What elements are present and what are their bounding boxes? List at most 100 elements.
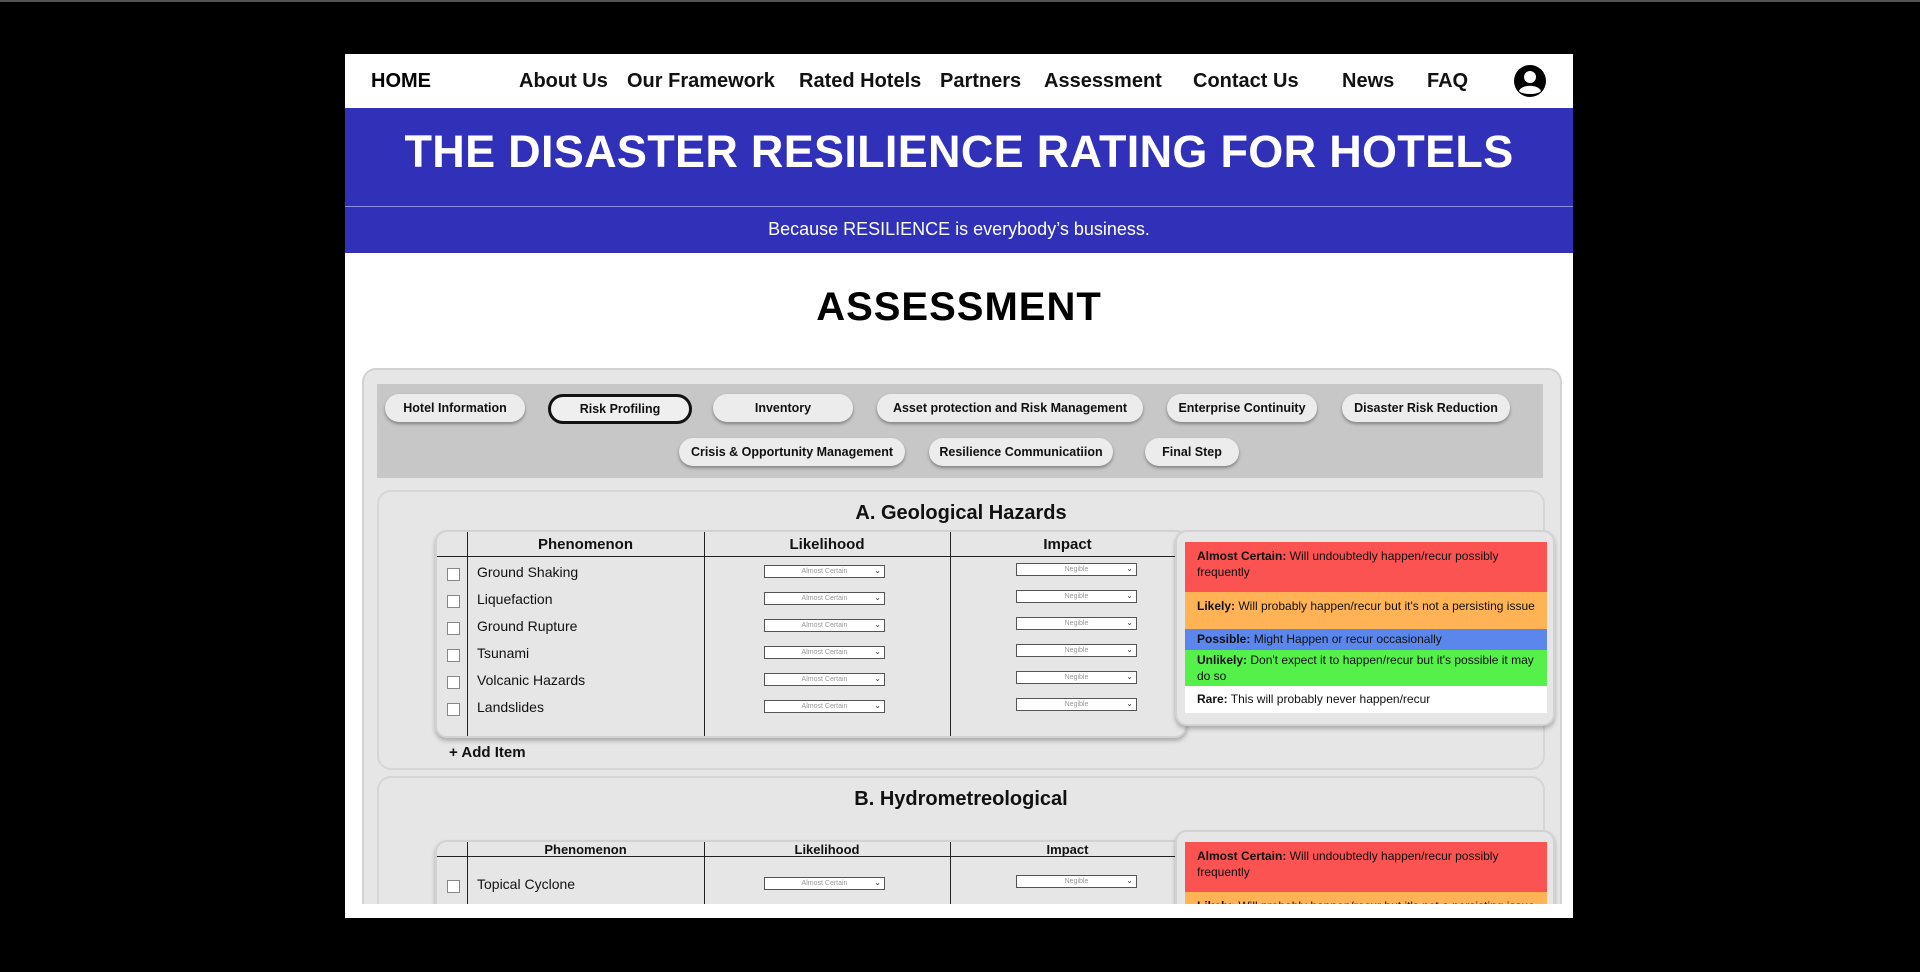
tagline-bar: Because RESILIENCE is everybody’s busine… — [345, 207, 1573, 253]
select-value: Negible — [1064, 674, 1089, 681]
tab-final-step[interactable]: Final Step — [1145, 438, 1239, 466]
likelihood-select[interactable]: Almost Certain ⌄ — [764, 565, 885, 578]
nav-link-news[interactable]: News — [1342, 70, 1394, 93]
likelihood-select[interactable]: Almost Certain ⌄ — [764, 646, 885, 659]
table-row: Tsunami Almost Certain ⌄ Negible ⌄ — [437, 643, 1185, 670]
nav-link-faq[interactable]: FAQ — [1427, 70, 1468, 93]
nav-link-partners[interactable]: Partners — [940, 70, 1021, 93]
row-checkbox[interactable] — [447, 622, 460, 635]
table-row: Topical Cyclone Almost Certain ⌄ Negible ⌄ — [437, 874, 1185, 901]
chevron-down-icon: ⌄ — [1126, 876, 1133, 885]
likelihood-select[interactable]: Almost Certain ⌄ — [764, 619, 885, 632]
section-hydrometeorological: B. Hydrometreological Phenomenon Likelih… — [377, 776, 1555, 918]
table-row: Landslides Almost Certain ⌄ Negible ⌄ — [437, 697, 1185, 724]
legend-description: Will probably happen/recur but it's not … — [1235, 599, 1535, 613]
website-frame: HOME About Us Our Framework Rated Hotels… — [345, 54, 1573, 918]
legend-term: Almost Certain: — [1197, 549, 1287, 563]
likelihood-select[interactable]: Almost Certain ⌄ — [764, 673, 885, 686]
legend-item-almost-certain: Almost Certain: Will undoubtedly happen/… — [1185, 542, 1547, 592]
table-row: Volcanic Hazards Almost Certain ⌄ Negible… — [437, 670, 1185, 697]
nav-link-assessment[interactable]: Assessment — [1044, 70, 1162, 93]
chevron-down-icon: ⌄ — [1126, 645, 1133, 654]
chevron-down-icon: ⌄ — [874, 701, 881, 710]
phenomenon-label: Ground Shaking — [477, 564, 579, 580]
legend-term: Unlikely: — [1197, 653, 1248, 667]
hero-banner: THE DISASTER RESILIENCE RATING FOR HOTEL… — [345, 108, 1573, 206]
phenomenon-label: Landslides — [477, 699, 544, 715]
add-item-button[interactable]: + Add Item — [449, 744, 526, 761]
legend-item-unlikely: Unlikely: Don't expect it to happen/recu… — [1185, 650, 1547, 686]
table-row: Ground Rupture Almost Certain ⌄ Negible ⌄ — [437, 616, 1185, 643]
table-row: Liquefaction Almost Certain ⌄ Negible ⌄ — [437, 589, 1185, 616]
select-value: Almost Certain — [801, 622, 848, 629]
chevron-down-icon: ⌄ — [1126, 591, 1133, 600]
likelihood-select[interactable]: Almost Certain ⌄ — [764, 877, 885, 890]
row-checkbox[interactable] — [447, 568, 460, 581]
section-title: B. Hydrometreological — [854, 788, 1068, 810]
nav-link-contact-us[interactable]: Contact Us — [1193, 70, 1299, 93]
nav-link-about-us[interactable]: About Us — [519, 70, 608, 93]
viewport-bottom-edge — [345, 904, 1573, 918]
impact-select[interactable]: Negible ⌄ — [1016, 698, 1137, 711]
legend-term: Rare: — [1197, 692, 1228, 706]
chevron-down-icon: ⌄ — [1126, 564, 1133, 573]
phenomenon-label: Liquefaction — [477, 591, 553, 607]
chevron-down-icon: ⌄ — [874, 620, 881, 629]
tab-resilience-communication[interactable]: Resilience Communicatiion — [929, 438, 1113, 466]
impact-select[interactable]: Negible ⌄ — [1016, 590, 1137, 603]
select-value: Almost Certain — [801, 649, 848, 656]
tab-crisis-opportunity-management[interactable]: Crisis & Opportunity Management — [679, 438, 905, 466]
select-value: Almost Certain — [801, 880, 848, 887]
select-value: Almost Certain — [801, 703, 848, 710]
impact-select[interactable]: Negible ⌄ — [1016, 563, 1137, 576]
table-row: Ground Shaking Almost Certain ⌄ Negible ⌄ — [437, 562, 1185, 589]
tab-inventory[interactable]: Inventory — [713, 394, 853, 422]
chevron-down-icon: ⌄ — [874, 674, 881, 683]
nav-link-rated-hotels[interactable]: Rated Hotels — [799, 70, 921, 93]
table-header-divider — [437, 556, 1185, 557]
legend-description: This will probably never happen/recur — [1227, 692, 1431, 706]
chevron-down-icon: ⌄ — [1126, 618, 1133, 627]
legend-term: Almost Certain: — [1197, 849, 1287, 863]
select-value: Negible — [1064, 701, 1089, 708]
column-header-phenomenon: Phenomenon — [537, 536, 633, 553]
likelihood-legend: Almost Certain: Will undoubtedly happen/… — [1175, 530, 1555, 726]
select-value: Negible — [1064, 878, 1089, 885]
tab-asset-protection[interactable]: Asset protection and Risk Management — [877, 394, 1143, 422]
chevron-down-icon: ⌄ — [874, 647, 881, 656]
impact-select[interactable]: Negible ⌄ — [1016, 617, 1137, 630]
likelihood-select[interactable]: Almost Certain ⌄ — [764, 700, 885, 713]
nav-link-our-framework[interactable]: Our Framework — [627, 70, 775, 93]
chevron-down-icon: ⌄ — [874, 878, 881, 887]
column-header-phenomenon: Phenomenon — [544, 842, 627, 857]
phenomenon-label: Tsunami — [477, 645, 530, 661]
row-checkbox[interactable] — [447, 703, 460, 716]
legend-item-likely: Likely: Will probably happen/recur but i… — [1185, 592, 1547, 629]
chevron-down-icon: ⌄ — [1126, 672, 1133, 681]
likelihood-select[interactable]: Almost Certain ⌄ — [764, 592, 885, 605]
row-checkbox[interactable] — [447, 880, 460, 893]
phenomenon-label: Volcanic Hazards — [477, 672, 586, 688]
nav-home-link[interactable]: HOME — [371, 70, 431, 93]
legend-item-possible: Possible: Might Happen or recur occasion… — [1185, 629, 1547, 650]
legend-item-almost-certain: Almost Certain: Will undoubtedly happen/… — [1185, 842, 1547, 892]
window-top-border — [0, 0, 1920, 2]
section-geological-hazards: A. Geological Hazards Phenomenon Likelih… — [377, 490, 1555, 770]
row-checkbox[interactable] — [447, 649, 460, 662]
tab-disaster-risk-reduction[interactable]: Disaster Risk Reduction — [1342, 394, 1510, 422]
user-account-icon[interactable] — [1513, 64, 1547, 98]
impact-select[interactable]: Negible ⌄ — [1016, 644, 1137, 657]
banner-tagline: Because RESILIENCE is everybody’s busine… — [768, 219, 1150, 239]
legend-term: Possible: — [1197, 632, 1251, 646]
tab-risk-profiling[interactable]: Risk Profiling — [548, 394, 692, 424]
impact-select[interactable]: Negible ⌄ — [1016, 875, 1137, 888]
column-header-likelihood: Likelihood — [789, 536, 865, 553]
row-checkbox[interactable] — [447, 676, 460, 689]
page-title: ASSESSMENT — [816, 285, 1102, 329]
row-checkbox[interactable] — [447, 595, 460, 608]
legend-description: Don't expect it to happen/recur but it's… — [1197, 653, 1534, 683]
tab-enterprise-continuity[interactable]: Enterprise Continuity — [1167, 394, 1317, 422]
tab-hotel-information[interactable]: Hotel Information — [385, 394, 525, 422]
column-header-impact: Impact — [1043, 536, 1092, 553]
impact-select[interactable]: Negible ⌄ — [1016, 671, 1137, 684]
